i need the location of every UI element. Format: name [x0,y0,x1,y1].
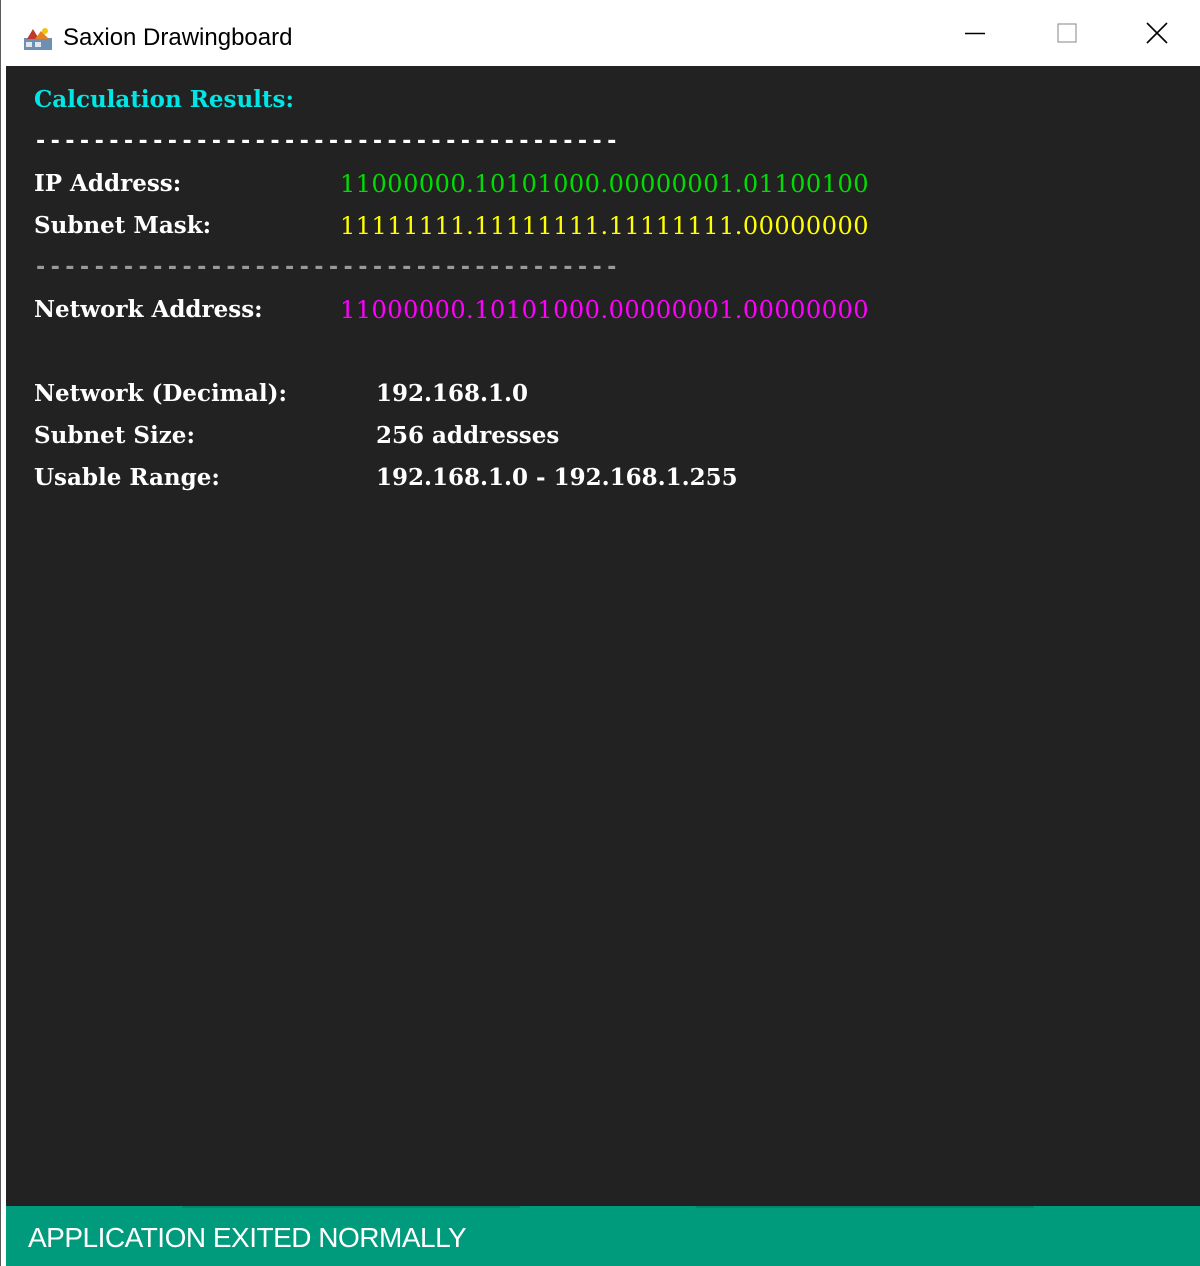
minimize-icon [965,32,985,35]
maximize-icon [1057,23,1077,43]
subnet-mask-value: 11111111.11111111.11111111.00000000 [340,212,870,240]
usable-range-label: Usable Range: [34,464,220,491]
status-message: APPLICATION EXITED NORMALLY [28,1222,467,1253]
maximize-button[interactable] [1019,0,1115,66]
java-cup-icon [24,28,52,50]
separator-top: ---------------------------------------- [34,129,620,154]
close-icon [1146,22,1168,44]
status-bar: APPLICATION EXITED NORMALLY [6,1206,1200,1266]
results-heading: Calculation Results: [34,86,294,113]
status-bar-shade [182,1206,520,1208]
ip-address-value: 11000000.10101000.00000001.01100100 [340,170,870,198]
network-decimal-value: 192.168.1.0 [376,380,529,407]
usable-range-value: 192.168.1.0 - 192.168.1.255 [376,464,738,491]
drawing-canvas: Calculation Results: -------------------… [6,66,1200,1206]
network-decimal-label: Network (Decimal): [34,380,288,407]
subnet-size-value: 256 addresses [376,422,560,449]
subnet-mask-label: Subnet Mask: [34,212,212,239]
ip-address-label: IP Address: [34,170,182,197]
close-button[interactable] [1113,0,1200,66]
app-window: Saxion Drawingboard Calculation Results:… [0,0,1200,1266]
status-bar-shade [696,1206,1034,1208]
window-title: Saxion Drawingboard [63,24,293,51]
network-address-label: Network Address: [34,296,263,323]
title-bar[interactable]: Saxion Drawingboard [0,0,1200,66]
subnet-size-label: Subnet Size: [34,422,195,449]
network-address-value: 11000000.10101000.00000001.00000000 [340,296,870,324]
minimize-button[interactable] [927,0,1023,66]
separator-mid: ---------------------------------------- [34,255,620,280]
